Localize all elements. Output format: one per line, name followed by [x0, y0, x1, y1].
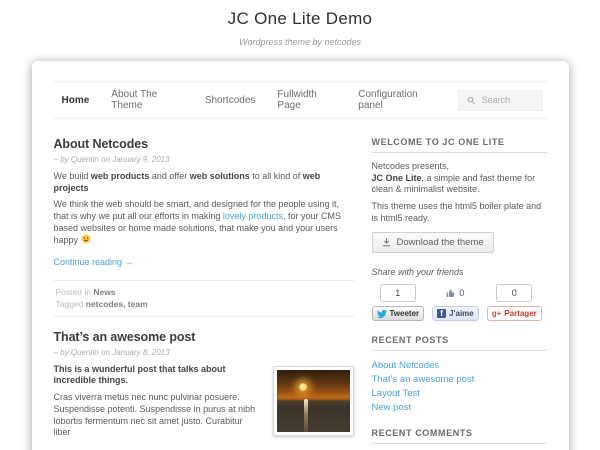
intro-text: to all kind of	[250, 171, 303, 181]
recent-comments-widget: RECENT COMMENTS	[372, 428, 547, 444]
search-icon	[467, 95, 476, 106]
posted-in-row: Posted in News	[56, 286, 352, 298]
welcome-paragraph: Netcodes presents,JC One Lite, a simple …	[372, 161, 547, 196]
nav-item-fullwidth-page[interactable]: Fullwidth Page	[277, 89, 336, 111]
recent-post-link[interactable]: New post	[372, 401, 547, 415]
category-link[interactable]: News	[93, 287, 115, 297]
recent-comments-heading: RECENT COMMENTS	[372, 428, 547, 444]
twitter-bird-icon	[377, 309, 387, 319]
post-about-netcodes: About Netcodes – by Quentin on January 9…	[54, 137, 354, 317]
recent-post-link[interactable]: That’s an awesome post	[372, 373, 547, 387]
tagged-label: Tagged	[56, 299, 84, 309]
main-container: Home About The Theme Shortcodes Fullwidt…	[32, 61, 569, 450]
download-icon	[382, 238, 391, 247]
lead-bold: This is a wunderful post that talks abou…	[54, 364, 226, 386]
search-input[interactable]	[482, 95, 534, 105]
welcome-widget: WELCOME TO JC ONE LITE Netcodes presents…	[372, 137, 547, 321]
facebook-widget: 0 f J'aime	[432, 284, 479, 321]
gplus-count: 0	[496, 284, 532, 302]
recent-post-link[interactable]: About Netcodes	[372, 359, 547, 373]
welcome-paragraph-2: This theme uses the html5 boiler plate a…	[372, 201, 547, 224]
gplus-widget: 0 g+ Partager	[487, 284, 542, 321]
sunset-photo	[277, 370, 350, 432]
gplus-share-button[interactable]: g+ Partager	[487, 306, 542, 321]
posted-in-label: Posted in	[56, 287, 91, 297]
lovely-products-link[interactable]: lovely products	[223, 211, 283, 221]
sidebar: WELCOME TO JC ONE LITE Netcodes presents…	[372, 137, 547, 450]
social-share-row: 1 Tweeter 0 f J'aime	[372, 284, 547, 321]
twitter-widget: 1 Tweeter	[372, 284, 425, 321]
site-header: JC One Lite Demo Wordpress theme by netc…	[0, 0, 600, 47]
site-tagline: Wordpress theme by netcodes	[0, 37, 600, 47]
tweet-count: 1	[380, 284, 416, 302]
welcome-text: Netcodes presents,	[372, 161, 450, 171]
site-title: JC One Lite Demo	[0, 9, 600, 29]
share-title: Share with your friends	[372, 267, 547, 279]
recent-posts-widget: RECENT POSTS About Netcodes That’s an aw…	[372, 335, 547, 415]
post-intro: We build web products and offer web solu…	[54, 171, 354, 194]
nav-item-about-the-theme[interactable]: About The Theme	[111, 89, 183, 111]
recent-post-link[interactable]: Layout Test	[372, 387, 547, 401]
post-meta: Posted in News Tagged netcodes, team	[54, 280, 354, 317]
intro-text: and offer	[149, 171, 189, 181]
intro-text: We build	[54, 171, 91, 181]
main-nav: Home About The Theme Shortcodes Fullwidt…	[54, 81, 547, 119]
nav-item-shortcodes[interactable]: Shortcodes	[205, 95, 256, 106]
page-columns: About Netcodes – by Quentin on January 9…	[54, 119, 547, 450]
like-button-label: J'aime	[449, 309, 474, 318]
continue-reading-link[interactable]: Continue reading →	[54, 257, 134, 267]
thumbs-up-icon	[446, 288, 456, 298]
tweet-button[interactable]: Tweeter	[372, 306, 425, 321]
download-theme-button[interactable]: Download the theme	[372, 232, 494, 253]
tweet-button-label: Tweeter	[390, 309, 420, 318]
post-byline: – by Quentin on January 8, 2013	[54, 348, 354, 357]
post-body: We think the web should be smart, and de…	[54, 199, 354, 247]
facebook-f-icon: f	[437, 309, 446, 318]
post-title[interactable]: About Netcodes	[54, 137, 354, 152]
gplus-button-label: Partager	[504, 309, 536, 318]
recent-posts-heading: RECENT POSTS	[372, 335, 547, 351]
post-awesome: That’s an awesome post – by Quentin on J…	[54, 330, 354, 450]
download-label: Download the theme	[397, 237, 484, 248]
welcome-bold: JC One Lite	[372, 173, 422, 183]
facebook-like-button[interactable]: f J'aime	[432, 306, 479, 321]
post-byline: – by Quentin on January 9, 2013	[54, 155, 354, 164]
tags-link[interactable]: netcodes, team	[86, 299, 148, 309]
gplus-icon: g+	[492, 309, 502, 318]
nav-item-home[interactable]: Home	[62, 95, 90, 106]
like-count-value: 0	[459, 288, 464, 298]
happy-emoji-icon	[81, 234, 91, 244]
search-box[interactable]	[458, 90, 542, 111]
post-title[interactable]: That’s an awesome post	[54, 330, 354, 345]
nav-item-configuration-panel[interactable]: Configuration panel	[358, 89, 436, 111]
posts-column: About Netcodes – by Quentin on January 9…	[54, 137, 354, 450]
intro-bold: web solutions	[190, 171, 250, 181]
sun-reflection-graphic	[304, 399, 308, 432]
sun-graphic	[298, 382, 308, 392]
intro-bold: web products	[91, 171, 150, 181]
post-thumbnail-sunset-image[interactable]	[273, 366, 354, 436]
tagged-row: Tagged netcodes, team	[56, 298, 352, 310]
like-count: 0	[446, 284, 464, 302]
welcome-heading: WELCOME TO JC ONE LITE	[372, 137, 547, 153]
